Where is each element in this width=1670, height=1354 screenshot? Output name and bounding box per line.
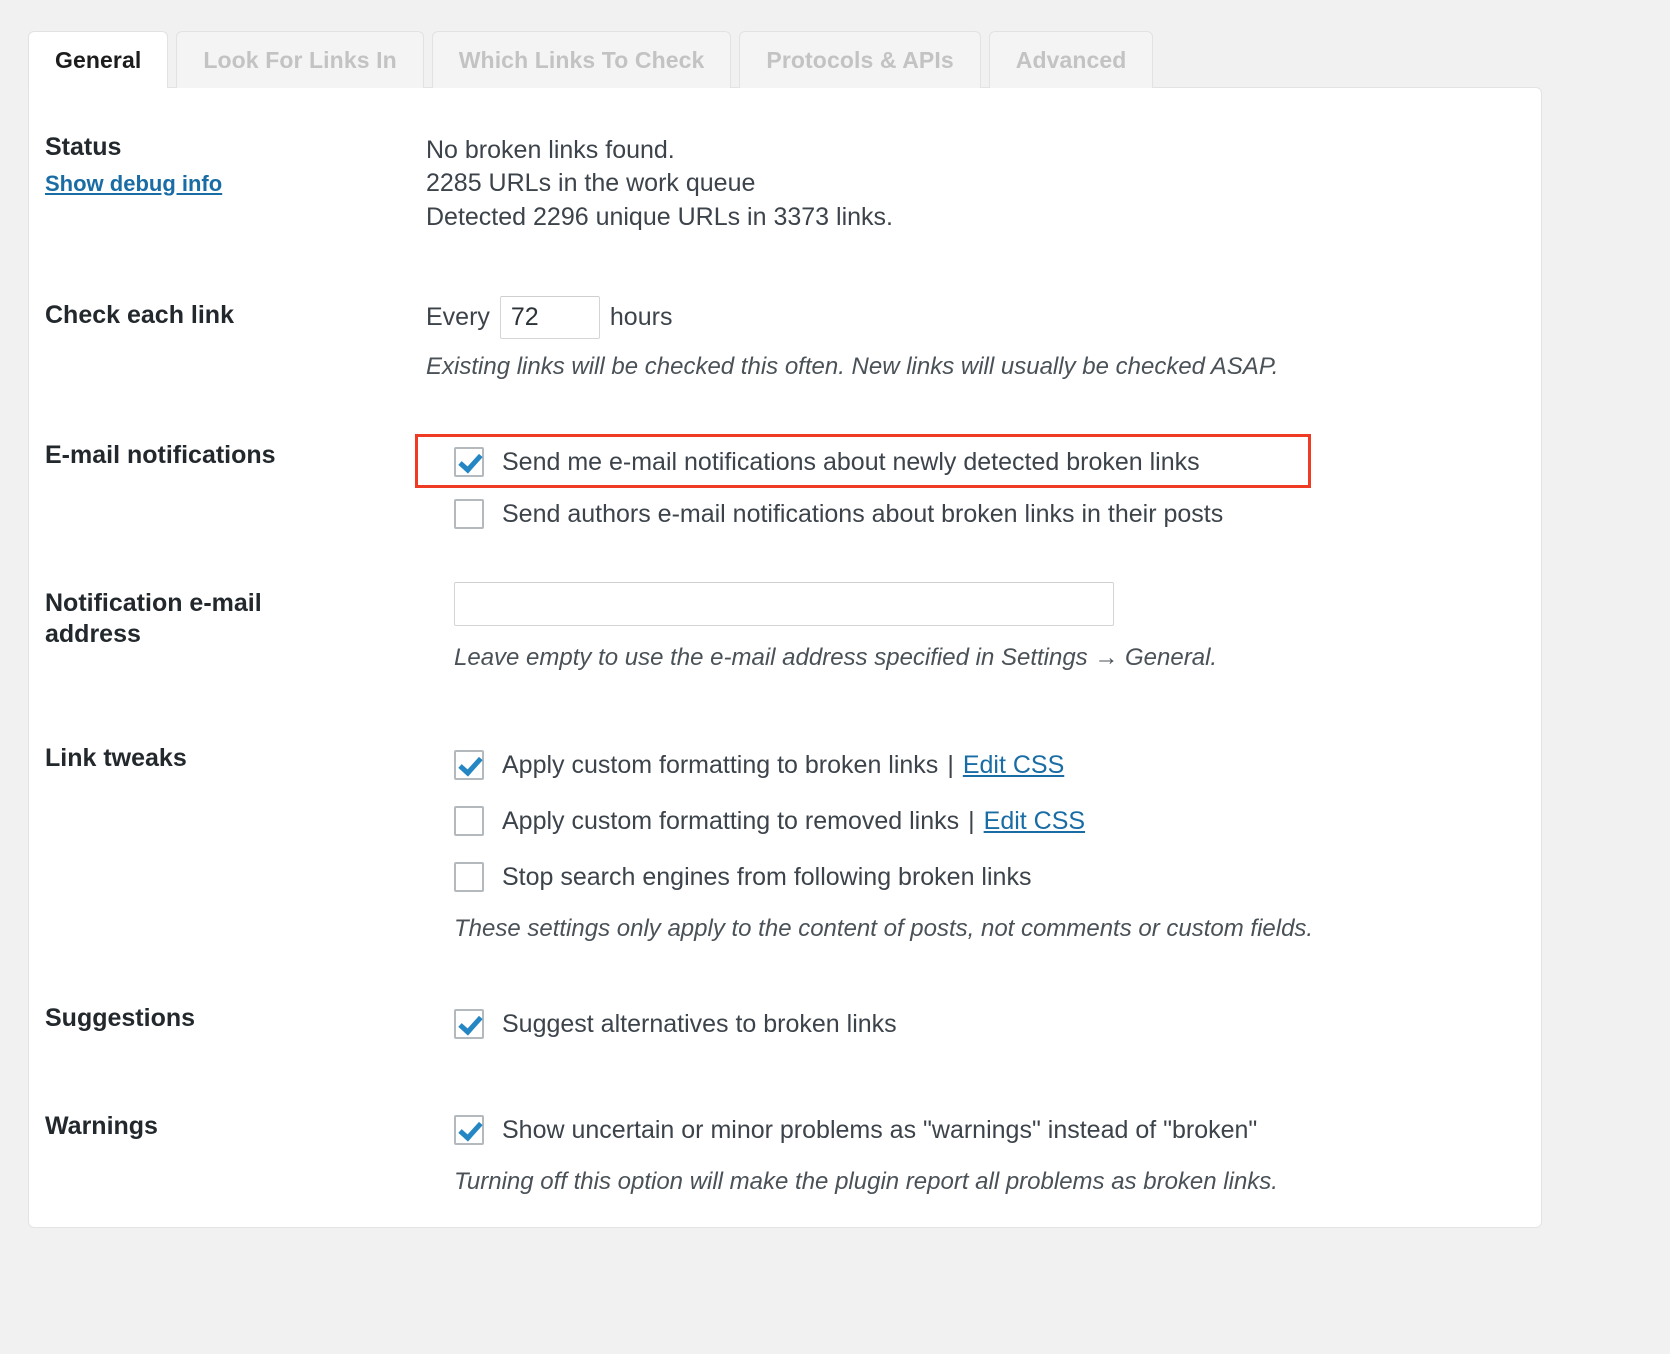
checkbox-send-authors-email-label[interactable]: Send authors e-mail notifications about …: [502, 500, 1223, 529]
link-tweaks-label: Link tweaks: [45, 744, 187, 772]
suggestions-content: Suggest alternatives to broken links: [454, 1002, 1531, 1046]
check-each-link-label: Check each link: [45, 301, 234, 329]
status-line-3: Detected 2296 unique URLs in 3373 links.: [426, 202, 893, 231]
checkbox-stop-search-engines[interactable]: [454, 862, 484, 892]
status-line-2: 2285 URLs in the work queue: [426, 169, 756, 198]
edit-css-broken-links-link[interactable]: Edit CSS: [963, 751, 1064, 780]
edit-css-removed-links-link[interactable]: Edit CSS: [984, 807, 1085, 836]
check-each-link-content: Every hours Existing links will be check…: [426, 296, 1531, 381]
checkbox-format-removed-links[interactable]: [454, 806, 484, 836]
checkbox-row-format-removed-links[interactable]: Apply custom formatting to removed links…: [454, 799, 1531, 843]
checkbox-format-broken-links-label[interactable]: Apply custom formatting to broken links: [502, 751, 938, 780]
tab-general[interactable]: General: [28, 31, 169, 88]
checkbox-stop-search-engines-label[interactable]: Stop search engines from following broke…: [502, 863, 1031, 892]
checkbox-show-warnings-label[interactable]: Show uncertain or minor problems as "war…: [502, 1116, 1257, 1145]
notification-email-input[interactable]: [454, 582, 1114, 626]
checkbox-send-me-email-label[interactable]: Send me e-mail notifications about newly…: [502, 448, 1200, 477]
checkbox-row-show-warnings[interactable]: Show uncertain or minor problems as "war…: [454, 1108, 1531, 1152]
checkbox-row-format-broken-links[interactable]: Apply custom formatting to broken links …: [454, 743, 1531, 787]
settings-panel: Status Show debug info No broken links f…: [28, 87, 1542, 1228]
checkbox-send-me-email[interactable]: [454, 447, 484, 477]
checkbox-format-removed-links-label[interactable]: Apply custom formatting to removed links: [502, 807, 959, 836]
checkbox-suggest-alternatives[interactable]: [454, 1009, 484, 1039]
notification-email-content: Leave empty to use the e-mail address sp…: [454, 582, 1531, 672]
link-tweaks-content: Apply custom formatting to broken links …: [454, 743, 1531, 943]
checkbox-send-authors-email[interactable]: [454, 499, 484, 529]
check-each-link-hint: Existing links will be checked this ofte…: [426, 353, 1279, 380]
checkbox-row-stop-search-engines[interactable]: Stop search engines from following broke…: [454, 855, 1531, 899]
status-label: Status Show debug info: [45, 132, 405, 197]
email-notifications-label: E-mail notifications: [45, 441, 276, 469]
tab-which-links-to-check[interactable]: Which Links To Check: [431, 31, 732, 88]
checkbox-suggest-alternatives-label[interactable]: Suggest alternatives to broken links: [502, 1010, 897, 1039]
interval-prefix-label: Every: [426, 303, 490, 331]
warnings-label: Warnings: [45, 1112, 158, 1140]
status-label-text: Status: [45, 133, 122, 161]
tab-look-for-links-in[interactable]: Look For Links In: [176, 31, 424, 88]
email-notifications-content: Send me e-mail notifications about newly…: [454, 440, 1531, 536]
notification-email-hint: Leave empty to use the e-mail address sp…: [454, 644, 1218, 671]
checkbox-show-warnings[interactable]: [454, 1115, 484, 1145]
check-interval-input[interactable]: [499, 296, 600, 339]
link-tweaks-hint: These settings only apply to the content…: [454, 915, 1314, 942]
checkbox-format-broken-links[interactable]: [454, 750, 484, 780]
tab-protocols-and-apis[interactable]: Protocols & APIs: [739, 31, 981, 88]
checkbox-row-send-authors-email[interactable]: Send authors e-mail notifications about …: [454, 492, 1531, 536]
interval-suffix-label: hours: [609, 303, 673, 331]
checkbox-row-suggest-alternatives[interactable]: Suggest alternatives to broken links: [454, 1002, 1531, 1046]
suggestions-label: Suggestions: [45, 1004, 196, 1032]
notification-email-label: Notification e-mail address: [45, 589, 262, 648]
status-line-1: No broken links found.: [426, 136, 675, 164]
status-content: No broken links found. 2285 URLs in the …: [426, 134, 1531, 234]
tab-advanced[interactable]: Advanced: [988, 31, 1154, 88]
show-debug-info-link[interactable]: Show debug info: [45, 171, 405, 198]
separator-broken-links: |: [947, 750, 954, 779]
check-interval-row: Every hours: [426, 296, 1531, 339]
warnings-hint: Turning off this option will make the pl…: [454, 1168, 1278, 1195]
warnings-content: Show uncertain or minor problems as "war…: [454, 1108, 1531, 1196]
checkbox-row-send-me-email[interactable]: Send me e-mail notifications about newly…: [454, 440, 1531, 484]
separator-removed-links: |: [968, 806, 975, 835]
settings-tab-strip: General Look For Links In Which Links To…: [28, 31, 1161, 88]
